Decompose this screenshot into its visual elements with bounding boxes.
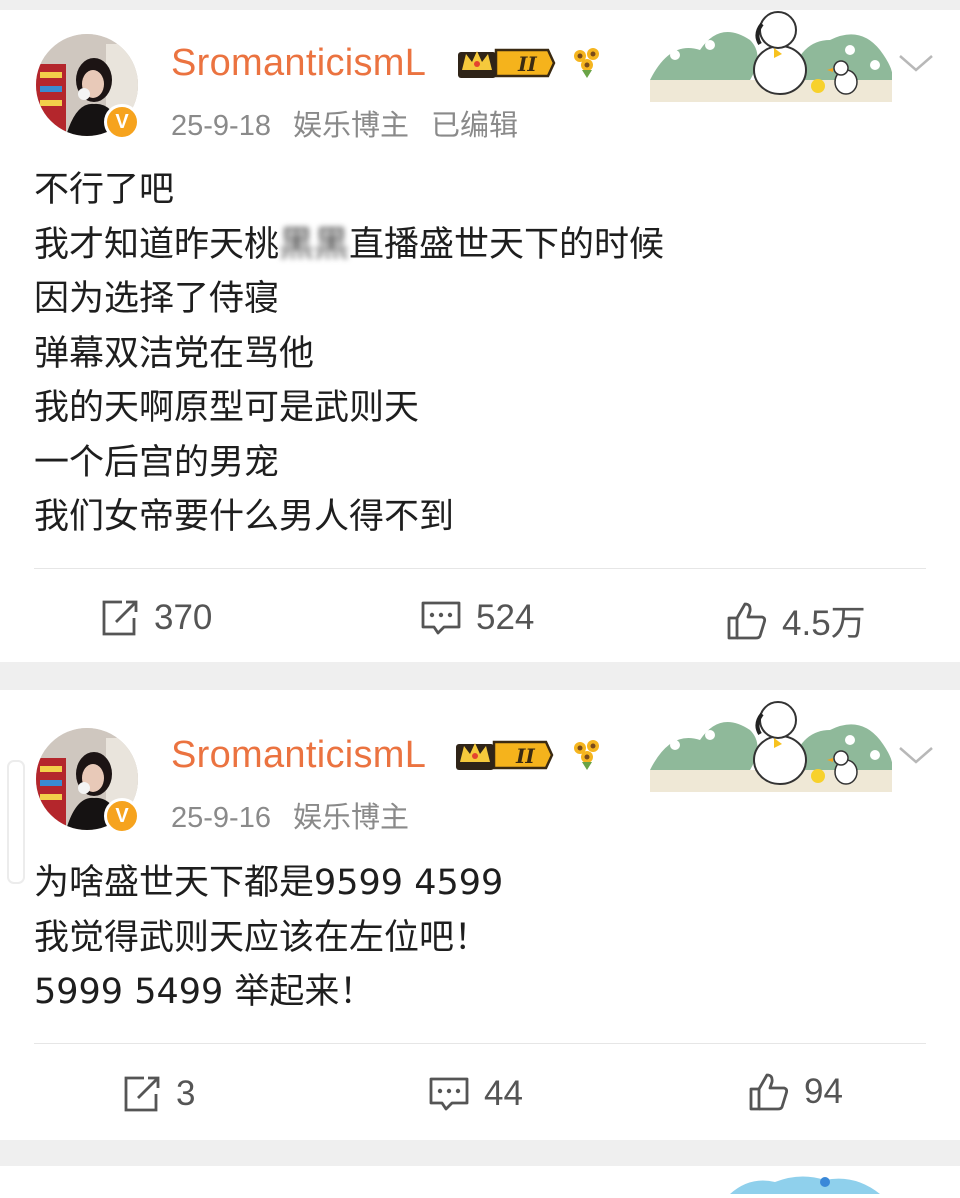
svg-text:II: II (515, 744, 535, 768)
like-count: 94 (804, 1072, 843, 1111)
content-line: 我觉得武则天应该在左位吧！ (34, 917, 490, 958)
post-date: 25-9-16 (171, 802, 271, 834)
post-meta: 25-9-18 娱乐博主 已编辑 (171, 102, 540, 144)
post-separator (0, 662, 960, 690)
sunflower-icon (570, 736, 604, 778)
content-line: 我才知道昨天桃黑黑直播盛世天下的时候 (34, 224, 665, 265)
comment-count: 524 (476, 598, 535, 637)
repost-button[interactable]: 370 (100, 598, 212, 638)
content-line: 一个后宫的男宠 (34, 442, 280, 483)
weibo-post[interactable]: V SromanticismL II (0, 690, 960, 1140)
weibo-post-partial[interactable] (0, 1166, 960, 1194)
username[interactable]: SromanticismL (171, 42, 426, 85)
repost-icon (102, 600, 138, 636)
like-count: 4.5万 (782, 604, 866, 643)
thumbs-up-icon (727, 602, 767, 639)
author-role: 娱乐博主 (292, 802, 409, 834)
comment-count: 44 (484, 1074, 523, 1113)
content-line: 为啥盛世天下都是9599 4599 (34, 863, 504, 903)
comment-button[interactable]: 44 (428, 1074, 523, 1114)
top-separator (0, 0, 960, 10)
repost-button[interactable]: 3 (122, 1074, 195, 1114)
divider (34, 568, 926, 569)
username[interactable]: SromanticismL (171, 734, 426, 777)
repost-count: 370 (154, 598, 213, 637)
content-line: 5999 5499 举起来！ (34, 972, 375, 1012)
blurred-text: 黑黑 (279, 224, 350, 265)
author-role: 娱乐博主 (292, 110, 409, 142)
content-line: 弹幕双洁党在骂他 (34, 333, 315, 374)
like-button[interactable]: 94 (748, 1071, 843, 1113)
scrollbar[interactable] (7, 760, 25, 884)
post-content: 不行了吧 我才知道昨天桃黑黑直播盛世天下的时候 因为选择了侍寝 弹幕双洁党在骂他… (34, 163, 664, 545)
verified-v-badge: V (104, 104, 140, 140)
comment-button[interactable]: 524 (420, 598, 534, 638)
content-line: 不行了吧 (34, 170, 175, 210)
content-line: 我的天啊原型可是武则天 (34, 388, 420, 428)
post-separator (0, 1140, 960, 1166)
repost-icon (124, 1076, 160, 1112)
like-button[interactable]: 4.5万 (726, 595, 866, 646)
decorative-banner (730, 1172, 880, 1198)
crown-level-badge: II (454, 736, 554, 778)
weibo-post[interactable]: V SromanticismL II (0, 10, 960, 662)
content-line: 因为选择了侍寝 (34, 279, 280, 319)
sunflower-icon (570, 44, 604, 86)
post-date: 25-9-18 (171, 110, 271, 142)
edited-label: 已编辑 (430, 110, 518, 142)
decorative-banner (650, 700, 893, 792)
divider (34, 1043, 926, 1044)
crown-level-badge: II (456, 44, 556, 86)
post-meta: 25-9-16 娱乐博主 (171, 794, 431, 836)
chevron-down-icon[interactable] (896, 48, 936, 78)
comment-icon (429, 1077, 469, 1111)
comment-icon (421, 601, 461, 635)
repost-count: 3 (176, 1074, 196, 1113)
verified-v-badge: V (104, 798, 140, 834)
thumbs-up-icon (749, 1073, 789, 1111)
decorative-banner (650, 10, 893, 102)
post-content: 为啥盛世天下都是9599 4599 我觉得武则天应该在左位吧！ 5999 549… (34, 856, 503, 1020)
svg-text:II: II (517, 52, 537, 76)
chevron-down-icon[interactable] (896, 740, 936, 770)
content-line: 我们女帝要什么男人得不到 (34, 497, 455, 537)
